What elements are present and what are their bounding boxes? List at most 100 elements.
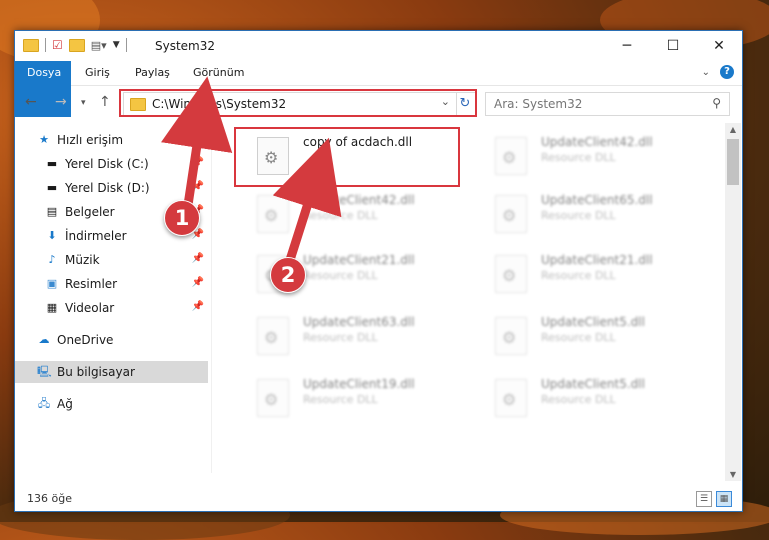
pin-icon[interactable]: 📌 <box>192 277 204 288</box>
nav-item-drive-c[interactable]: ▬ Yerel Disk (C:) 📌 <box>45 153 208 175</box>
customize-toolbar-icon[interactable]: ▤▾ <box>91 39 107 52</box>
forward-arrow-icon[interactable]: → <box>55 94 67 110</box>
file-item[interactable]: UpdateClient63.dll Resource DLL <box>235 307 475 363</box>
nav-item-videos[interactable]: ▦ Videolar 📌 <box>45 297 208 319</box>
toolbar-separator <box>125 38 127 52</box>
nav-label: İndirmeler <box>65 229 127 243</box>
minimize-button[interactable]: ─ <box>604 31 650 61</box>
dll-file-icon <box>495 137 527 175</box>
vertical-scrollbar[interactable]: ▲ ▼ <box>725 123 741 481</box>
drive-icon: ▬ <box>46 181 58 194</box>
large-icons-view-icon[interactable]: ▦ <box>716 491 732 507</box>
star-icon: ★ <box>39 133 49 146</box>
dll-file-icon <box>495 317 527 355</box>
nav-network[interactable]: 🖧 Ağ <box>37 393 208 415</box>
pin-icon[interactable]: 📌 <box>192 253 204 264</box>
up-arrow-icon[interactable]: ↑ <box>99 94 111 110</box>
address-highlight-box <box>119 89 477 117</box>
help-icon[interactable]: ? <box>720 65 734 79</box>
tab-view[interactable]: Görünüm <box>181 61 256 85</box>
file-type: Resource DLL <box>541 151 616 164</box>
computer-icon: 🖳 <box>37 365 52 378</box>
file-type: Resource DLL <box>303 331 378 344</box>
pane-divider[interactable] <box>211 123 212 473</box>
nav-this-pc[interactable]: 🖳 Bu bilgisayar <box>15 361 208 383</box>
title-bar: ☑ ▤▾ ▼ System32 ─ ☐ ✕ <box>15 31 742 61</box>
pin-icon[interactable]: 📌 <box>192 181 204 192</box>
dll-file-icon <box>495 255 527 293</box>
search-input[interactable] <box>492 93 696 115</box>
file-item[interactable]: UpdateClient42.dll Resource DLL <box>473 127 713 183</box>
folder-icon <box>23 38 39 52</box>
file-item[interactable]: UpdateClient21.dll Resource DLL <box>473 245 713 301</box>
details-view-icon[interactable]: ☰ <box>696 491 712 507</box>
tab-share[interactable]: Paylaş <box>123 61 182 85</box>
videos-icon: ▦ <box>46 301 58 314</box>
file-name: UpdateClient42.dll <box>541 135 653 149</box>
file-item[interactable]: UpdateClient65.dll Resource DLL <box>473 185 713 241</box>
nav-quick-access[interactable]: ★ Hızlı erişim <box>37 129 230 151</box>
maximize-button[interactable]: ☐ <box>650 31 696 61</box>
file-item[interactable]: UpdateClient42.dll Resource DLL <box>235 185 475 241</box>
close-button[interactable]: ✕ <box>696 31 742 61</box>
file-type: Resource DLL <box>303 269 378 282</box>
explorer-window: ☑ ▤▾ ▼ System32 ─ ☐ ✕ Dosya Giriş Paylaş… <box>14 30 743 512</box>
tab-home[interactable]: Giriş <box>73 61 122 85</box>
file-item[interactable]: UpdateClient5.dll Resource DLL <box>473 307 713 363</box>
search-icon[interactable]: ⚲ <box>712 96 721 110</box>
file-item[interactable]: UpdateClient19.dll Resource DLL <box>235 369 475 425</box>
nav-label: OneDrive <box>57 333 114 347</box>
nav-label: Müzik <box>65 253 100 267</box>
file-name: UpdateClient42.dll <box>303 193 415 207</box>
item-count: 136 öğe <box>27 492 72 505</box>
download-icon: ⬇ <box>47 229 57 242</box>
file-name: UpdateClient19.dll <box>303 377 415 391</box>
properties-icon[interactable]: ☑ <box>52 38 63 52</box>
cloud-icon: ☁ <box>38 333 50 346</box>
file-type: Resource DLL <box>541 269 616 282</box>
nav-label: Hızlı erişim <box>57 133 124 147</box>
dll-file-icon <box>495 379 527 417</box>
pin-icon[interactable]: 📌 <box>192 301 204 312</box>
nav-item-pictures[interactable]: ▣ Resimler 📌 <box>45 273 208 295</box>
pictures-icon: ▣ <box>46 277 58 290</box>
new-folder-icon[interactable] <box>68 38 85 52</box>
nav-item-music[interactable]: ♪ Müzik 📌 <box>45 249 208 271</box>
network-icon: 🖧 <box>37 397 51 410</box>
file-name: UpdateClient5.dll <box>541 315 645 329</box>
ribbon: Dosya Giriş Paylaş Görünüm ⌄ ? <box>15 61 742 117</box>
navigation-pane: ★ Hızlı erişim ▬ Yerel Disk (C:) 📌 ▬ Yer… <box>15 123 208 475</box>
quick-access-toolbar: ☑ ▤▾ ▼ <box>23 38 127 52</box>
nav-label: Resimler <box>65 277 118 291</box>
back-arrow-icon[interactable]: ← <box>25 94 37 110</box>
nav-onedrive[interactable]: ☁ OneDrive <box>37 329 208 351</box>
documents-icon: ▤ <box>46 205 58 218</box>
chevron-down-icon[interactable]: ▼ <box>113 40 120 50</box>
file-highlight-box <box>234 127 460 187</box>
scroll-down-icon[interactable]: ▼ <box>725 470 741 479</box>
window-title: System32 <box>155 39 216 53</box>
recent-locations-icon[interactable]: ▾ <box>81 98 86 108</box>
nav-label: Videolar <box>65 301 115 315</box>
nav-label: Yerel Disk (D:) <box>65 181 150 195</box>
file-type: Resource DLL <box>541 393 616 406</box>
pin-icon[interactable]: 📌 <box>192 157 204 168</box>
file-type: Resource DLL <box>303 393 378 406</box>
file-name: UpdateClient65.dll <box>541 193 653 207</box>
drive-icon: ▬ <box>46 157 58 170</box>
nav-label: Ağ <box>57 397 73 411</box>
search-box[interactable]: ⚲ <box>485 92 730 116</box>
file-name: UpdateClient21.dll <box>303 253 415 267</box>
file-item[interactable]: UpdateClient5.dll Resource DLL <box>473 369 713 425</box>
nav-label: Belgeler <box>65 205 115 219</box>
nav-item-drive-d[interactable]: ▬ Yerel Disk (D:) 📌 <box>45 177 208 199</box>
file-type: Resource DLL <box>541 331 616 344</box>
nav-label: Bu bilgisayar <box>57 365 135 379</box>
file-type: Resource DLL <box>303 209 378 222</box>
file-name: UpdateClient5.dll <box>541 377 645 391</box>
step-badge-1: 1 <box>164 200 200 236</box>
status-bar: 136 öğe ☰ ▦ <box>15 487 742 511</box>
scroll-up-icon[interactable]: ▲ <box>725 125 741 134</box>
expand-ribbon-icon[interactable]: ⌄ <box>702 67 710 78</box>
scrollbar-thumb[interactable] <box>727 139 739 185</box>
